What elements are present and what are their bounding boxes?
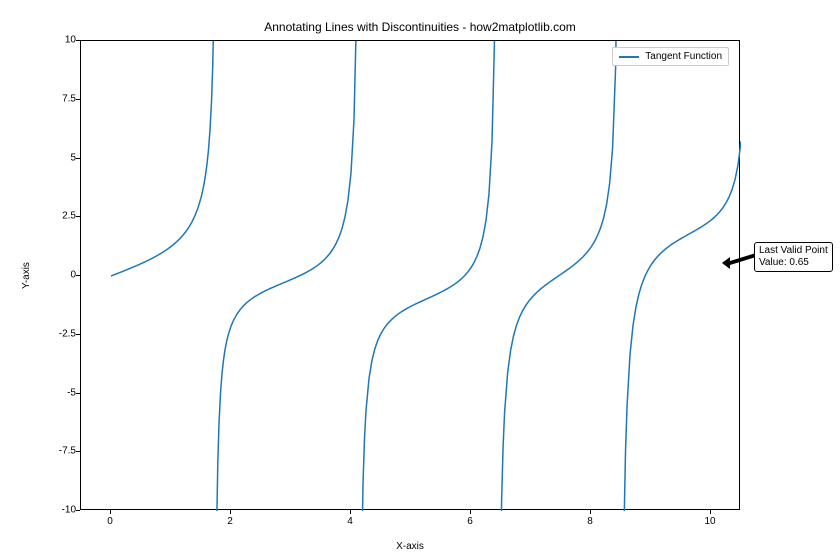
x-tick-label: 8 [587,516,593,527]
tangent-branch-4 [621,141,741,511]
y-tickmark [76,451,80,452]
x-tick-label: 2 [227,516,233,527]
tangent-branch-1 [111,41,215,276]
x-tickmark [710,510,711,514]
y-tick-label: 5 [44,152,76,163]
tangent-branch-2 [216,41,359,511]
y-tick-label: 10 [44,35,76,46]
y-tick-label: 7.5 [44,93,76,104]
tangent-branch-2b [360,41,496,511]
line-plot-svg [81,41,741,511]
x-tick-label: 4 [347,516,353,527]
y-tick-label: -5 [44,387,76,398]
y-tick-label: -10 [44,505,76,516]
y-axis-label: Y-axis [18,40,34,510]
x-tick-label: 10 [704,516,715,527]
y-tickmark [76,216,80,217]
annotation-box: Last Valid Point Value: 0.65 [754,242,833,272]
chart-title: Annotating Lines with Discontinuities - … [0,20,840,34]
plot-area: Tangent Function [80,40,740,510]
y-tickmark [76,40,80,41]
y-tick-label: -7.5 [44,446,76,457]
x-tickmark [350,510,351,514]
legend-line-swatch [619,56,639,58]
x-tickmark [590,510,591,514]
x-tickmark [230,510,231,514]
y-tick-label: 0 [44,270,76,281]
y-tick-label: -2.5 [44,328,76,339]
y-tick-label: 2.5 [44,211,76,222]
legend-label: Tangent Function [645,51,722,62]
annotation-arrow [722,252,758,270]
x-tickmark [470,510,471,514]
y-tickmark [76,99,80,100]
y-tickmark [76,393,80,394]
x-tickmark [110,510,111,514]
legend: Tangent Function [612,47,729,66]
annotation-line1: Last Valid Point [759,245,828,257]
tangent-branch-3 [499,41,620,511]
y-tickmark [76,334,80,335]
y-tickmark [76,510,80,511]
chart-figure: Annotating Lines with Discontinuities - … [0,0,840,560]
annotation-line2: Value: 0.65 [759,257,828,269]
y-tickmark [76,158,80,159]
x-axis-label: X-axis [80,541,740,552]
y-tickmark [76,275,80,276]
x-tick-label: 6 [467,516,473,527]
x-tick-label: 0 [107,516,113,527]
